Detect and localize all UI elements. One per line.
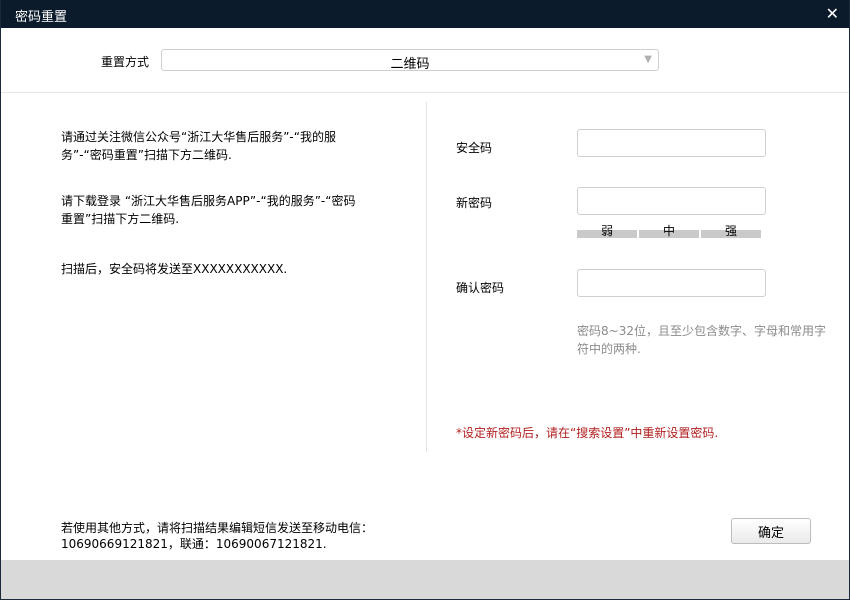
- reset-method-select[interactable]: 二维码 ▼: [161, 49, 659, 72]
- footer-bar: [1, 560, 849, 599]
- strength-weak-label: 弱: [601, 224, 614, 238]
- strength-medium-label: 中: [663, 224, 676, 238]
- confirm-button[interactable]: 确定: [731, 518, 811, 544]
- new-password-label: 新密码: [456, 196, 493, 210]
- strength-strong-label: 强: [725, 224, 738, 238]
- title-bar: 密码重置 ✕: [1, 0, 849, 28]
- confirm-password-input[interactable]: [577, 269, 766, 297]
- close-icon[interactable]: ✕: [826, 4, 839, 23]
- vertical-divider: [426, 102, 427, 452]
- window-title: 密码重置: [15, 10, 68, 25]
- confirm-password-label: 确认密码: [456, 281, 505, 295]
- security-code-input[interactable]: [577, 129, 766, 157]
- password-hint: 密码8~32位，且至少包含数字、字母和常用字符中的两种.: [577, 324, 826, 356]
- alternative-method-text: 若使用其他方式，请将扫描结果编辑短信发送至移动电信：10690669121821…: [61, 521, 374, 551]
- security-code-label: 安全码: [456, 141, 493, 155]
- reset-method-label: 重置方式: [101, 55, 150, 69]
- instruction-3: 扫描后，安全码将发送至XXXXXXXXXXX.: [61, 262, 288, 276]
- password-strength-meter: 弱 中 强: [577, 222, 762, 240]
- chevron-down-icon: ▼: [644, 54, 652, 65]
- instruction-2: 请下载登录 “浙江大华售后服务APP”-“我的服务”-“密码重置”扫描下方二维码…: [61, 194, 356, 226]
- new-password-input[interactable]: [577, 187, 766, 215]
- instruction-1: 请通过关注微信公众号“浙江大华售后服务”-“我的服务”-“密码重置”扫描下方二维…: [61, 130, 336, 162]
- password-reset-dialog: 密码重置 ✕ 重置方式 二维码 ▼ 请通过关注微信公众号“浙江大华售后服务”-“…: [0, 0, 850, 600]
- reset-method-value: 二维码: [390, 57, 430, 72]
- password-note: *设定新密码后，请在“搜索设置”中重新设置密码.: [456, 426, 719, 440]
- reset-method-bar: 重置方式 二维码 ▼: [1, 28, 849, 93]
